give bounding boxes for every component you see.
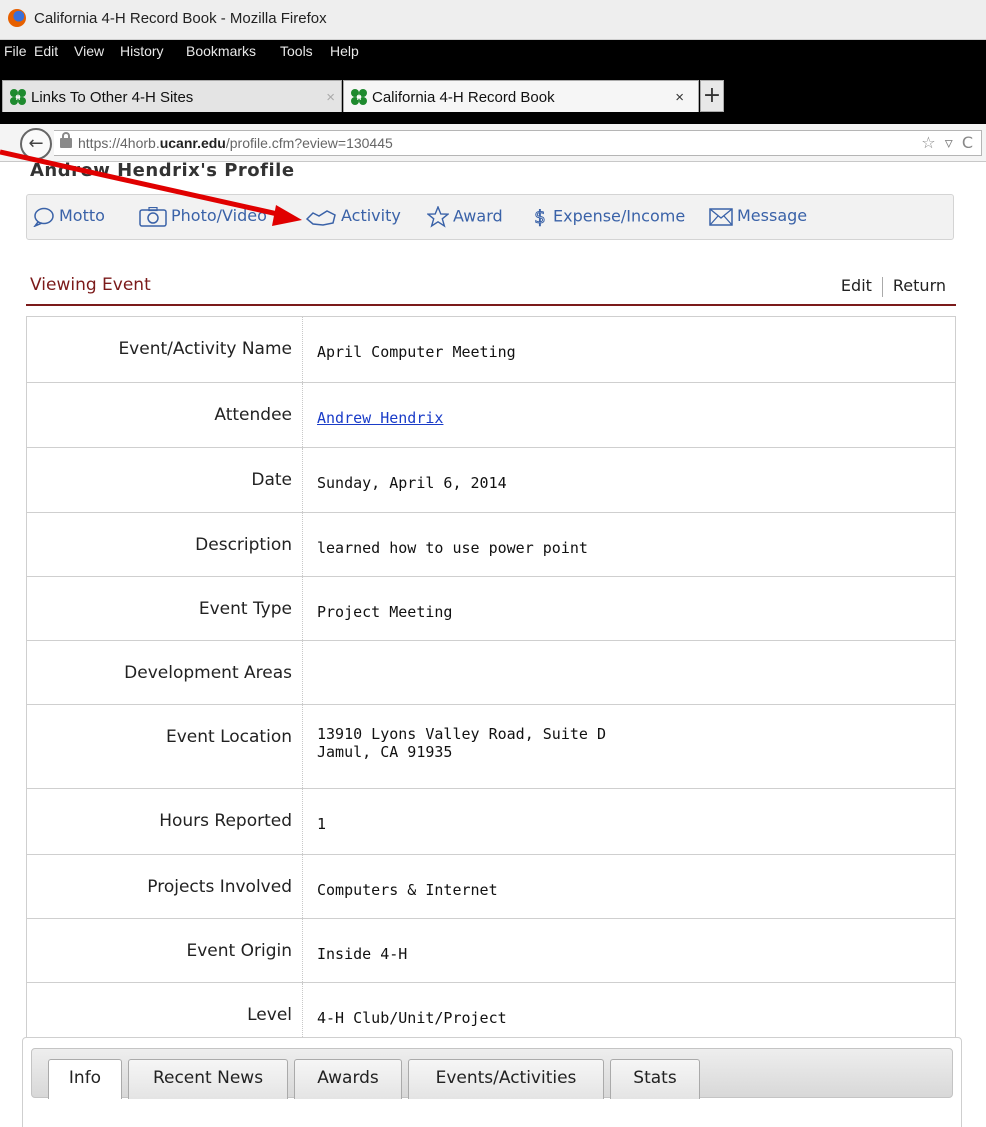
row-label: Event/Activity Name bbox=[27, 317, 303, 382]
row-label: Projects Involved bbox=[27, 855, 303, 918]
window-titlebar: California 4-H Record Book - Mozilla Fir… bbox=[0, 0, 986, 40]
link-divider bbox=[881, 276, 883, 297]
header-links: Edit Return bbox=[841, 276, 946, 297]
attendee-link[interactable]: Andrew Hendrix bbox=[317, 409, 443, 427]
detail-row-date: Date Sunday, April 6, 2014 bbox=[27, 448, 955, 513]
profile-tab-bar: Info Recent News Awards Events/Activitie… bbox=[31, 1048, 953, 1099]
profile-toolbar: Motto Photo/Video Activity Award $ Expens… bbox=[26, 194, 954, 240]
row-value: Andrew Hendrix bbox=[303, 383, 955, 447]
4h-clover-icon: H bbox=[10, 89, 26, 105]
tab-links-to-other-sites[interactable]: H Links To Other 4-H Sites × bbox=[2, 80, 342, 112]
row-label: Date bbox=[27, 448, 303, 512]
tab-stats[interactable]: Stats bbox=[610, 1059, 700, 1099]
profile-tabs-panel: Info Recent News Awards Events/Activitie… bbox=[22, 1037, 962, 1127]
event-details-table: Event/Activity Name April Computer Meeti… bbox=[26, 316, 956, 1048]
profile-title: Andrew Hendrix's Profile bbox=[30, 160, 295, 178]
detail-row-hours-reported: Hours Reported 1 bbox=[27, 789, 955, 855]
lock-icon bbox=[60, 132, 72, 148]
motto-link[interactable]: Motto bbox=[33, 206, 105, 227]
firefox-logo-icon bbox=[8, 9, 26, 27]
tab-recent-news[interactable]: Recent News bbox=[128, 1059, 288, 1099]
detail-row-development-areas: Development Areas bbox=[27, 641, 955, 705]
svg-text:H: H bbox=[356, 94, 361, 102]
tab-events-activities[interactable]: Events/Activities bbox=[408, 1059, 604, 1099]
row-label: Description bbox=[27, 513, 303, 576]
activity-link[interactable]: Activity bbox=[305, 206, 401, 227]
row-value: Sunday, April 6, 2014 bbox=[317, 474, 507, 492]
envelope-icon bbox=[709, 207, 733, 226]
menu-view[interactable]: View bbox=[74, 43, 104, 59]
row-value: learned how to use power point bbox=[317, 539, 588, 557]
detail-row-event-location: Event Location 13910 Lyons Valley Road, … bbox=[27, 705, 955, 789]
menu-edit[interactable]: Edit bbox=[34, 43, 58, 59]
menu-bookmarks[interactable]: Bookmarks bbox=[186, 43, 256, 59]
camera-icon bbox=[139, 206, 167, 227]
window-title: California 4-H Record Book - Mozilla Fir… bbox=[34, 10, 327, 27]
menu-file[interactable]: File bbox=[4, 43, 27, 59]
row-value: 1 bbox=[317, 815, 327, 833]
url-text: https://4horb.ucanr.edu/profile.cfm?evie… bbox=[78, 135, 393, 151]
row-label: Event Origin bbox=[27, 919, 303, 982]
row-value: Project Meeting bbox=[317, 603, 453, 621]
row-label: Attendee bbox=[27, 383, 303, 447]
row-value: April Computer Meeting bbox=[317, 343, 516, 361]
row-label: Hours Reported bbox=[27, 789, 303, 854]
svg-text:$: $ bbox=[534, 207, 545, 228]
menu-tools[interactable]: Tools bbox=[280, 43, 313, 59]
menu-bar: File Edit View History Bookmarks Tools H… bbox=[0, 40, 986, 62]
tab-label: Links To Other 4-H Sites bbox=[31, 89, 194, 106]
dollar-icon: $ bbox=[534, 207, 546, 229]
activity-icon bbox=[305, 209, 336, 226]
row-value: Computers & Internet bbox=[317, 881, 498, 899]
detail-row-projects-involved: Projects Involved Computers & Internet bbox=[27, 855, 955, 919]
4h-clover-icon: H bbox=[351, 89, 367, 105]
detail-row-attendee: Attendee Andrew Hendrix bbox=[27, 383, 955, 448]
speech-bubble-icon bbox=[33, 207, 54, 227]
url-bar[interactable]: https://4horb.ucanr.edu/profile.cfm?evie… bbox=[54, 130, 982, 156]
return-link[interactable]: Return bbox=[893, 276, 946, 295]
star-icon bbox=[427, 206, 449, 228]
photo-video-link[interactable]: Photo/Video bbox=[139, 206, 267, 227]
tab-awards[interactable]: Awards bbox=[294, 1059, 402, 1099]
tab-bar: H Links To Other 4-H Sites × H Californi… bbox=[0, 62, 986, 124]
viewing-event-heading: Viewing Event bbox=[30, 275, 151, 295]
tab-close-icon[interactable]: × bbox=[326, 89, 335, 106]
row-label: Development Areas bbox=[27, 641, 303, 704]
tab-label: California 4-H Record Book bbox=[372, 89, 555, 106]
menu-help[interactable]: Help bbox=[330, 43, 359, 59]
tab-close-icon[interactable]: × bbox=[675, 89, 684, 106]
tab-info[interactable]: Info bbox=[48, 1059, 122, 1099]
row-value: Inside 4-H bbox=[317, 945, 408, 963]
row-label: Event Type bbox=[27, 577, 303, 640]
navigation-bar: ← https://4horb.ucanr.edu/profile.cfm?ev… bbox=[0, 124, 986, 162]
expense-income-link[interactable]: $ Expense/Income bbox=[531, 206, 685, 229]
row-label: Event Location bbox=[27, 705, 303, 788]
detail-row-description: Description learned how to use power poi… bbox=[27, 513, 955, 577]
menu-history[interactable]: History bbox=[120, 43, 164, 59]
heading-divider bbox=[26, 304, 956, 306]
bookmark-star-icon[interactable]: ☆ ▿ C bbox=[921, 133, 975, 152]
new-tab-button[interactable]: + bbox=[700, 80, 724, 112]
detail-row-event-type: Event Type Project Meeting bbox=[27, 577, 955, 641]
back-button[interactable]: ← bbox=[20, 128, 52, 160]
svg-text:H: H bbox=[15, 94, 20, 102]
detail-row-event-name: Event/Activity Name April Computer Meeti… bbox=[27, 317, 955, 383]
row-value: 13910 Lyons Valley Road, Suite D Jamul, … bbox=[317, 725, 606, 761]
detail-row-event-origin: Event Origin Inside 4-H bbox=[27, 919, 955, 983]
award-link[interactable]: Award bbox=[427, 206, 503, 228]
row-value bbox=[303, 641, 955, 704]
message-link[interactable]: Message bbox=[709, 206, 807, 226]
tab-california-record-book[interactable]: H California 4-H Record Book × bbox=[343, 80, 699, 112]
edit-link[interactable]: Edit bbox=[841, 276, 872, 295]
